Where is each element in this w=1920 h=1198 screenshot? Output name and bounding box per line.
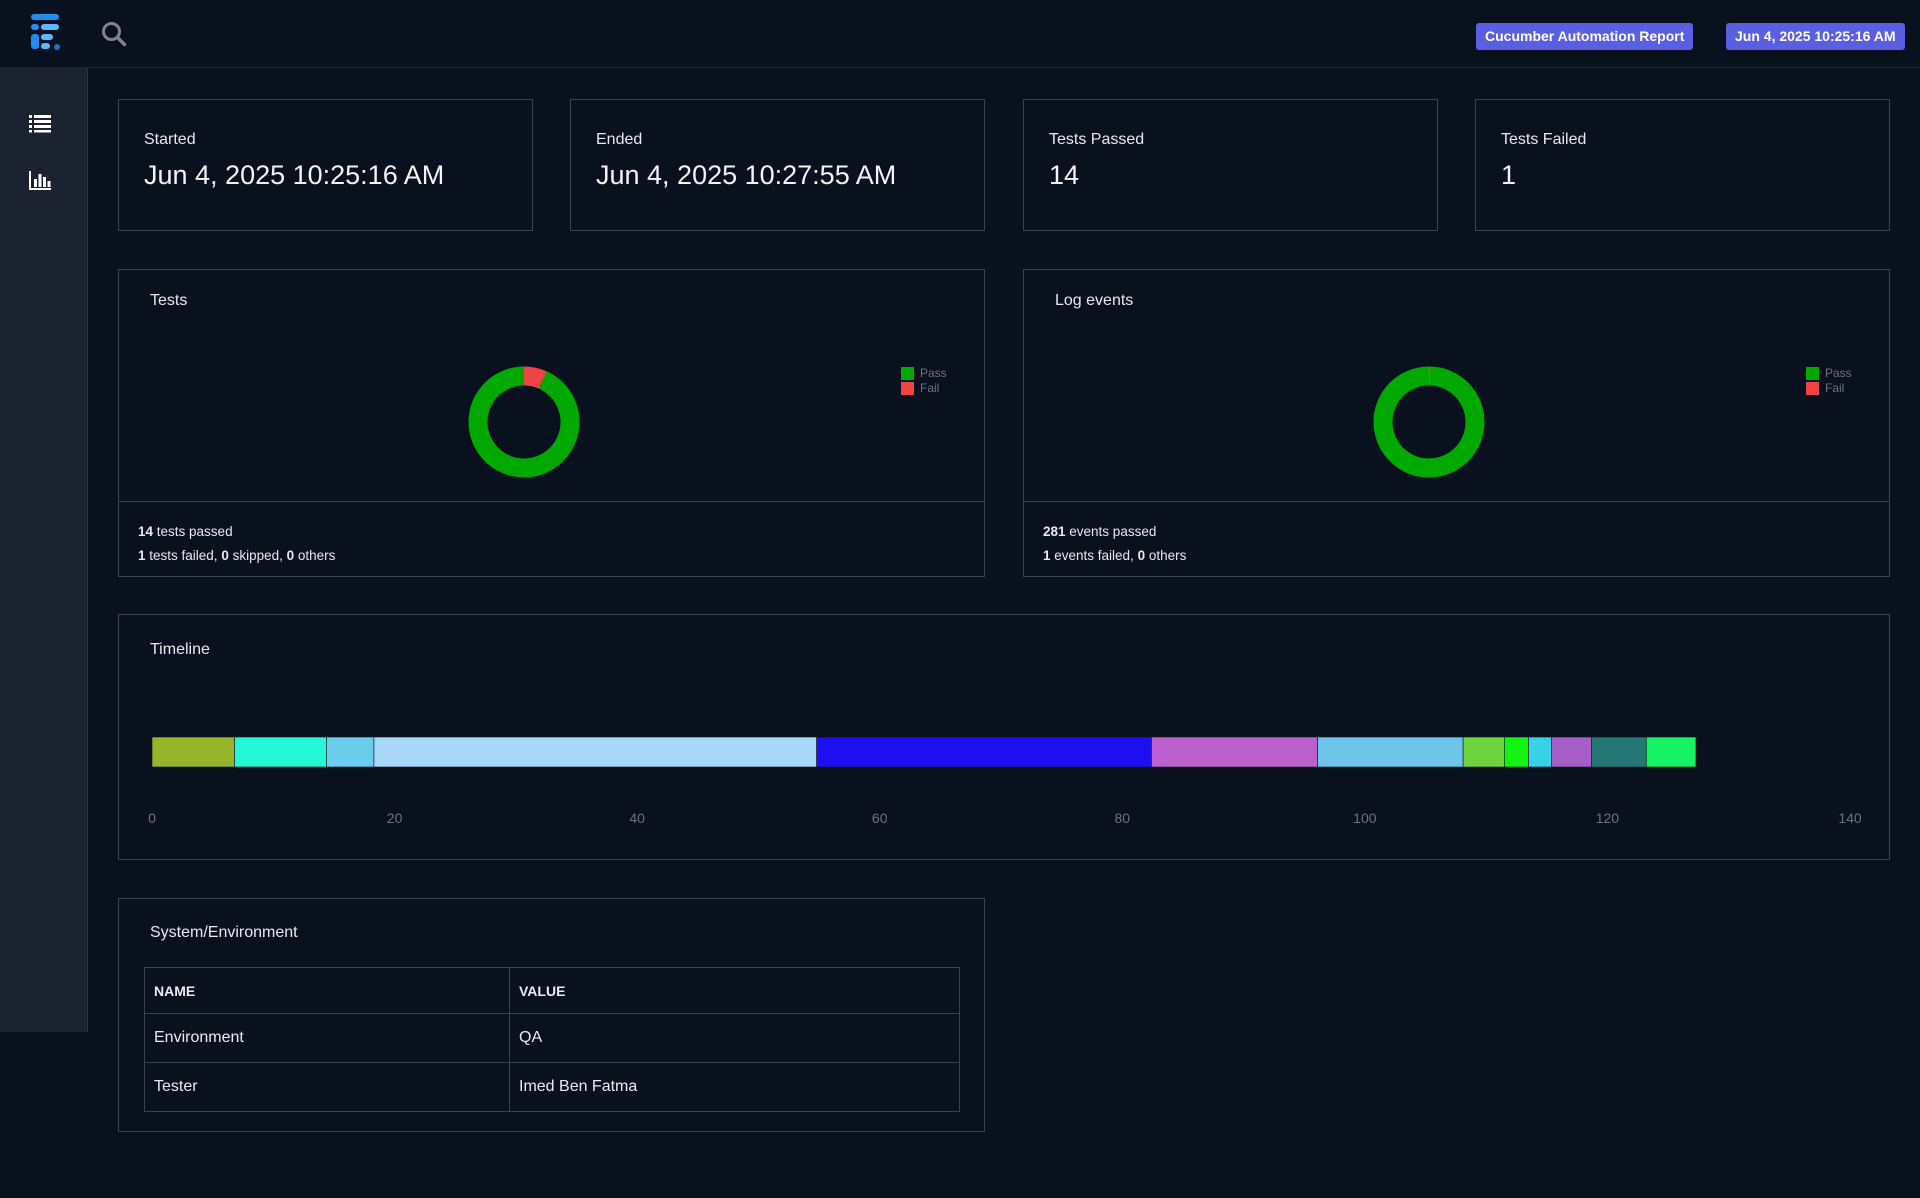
timeline-segment[interactable] (1462, 736, 1505, 768)
timeline-segment[interactable] (151, 736, 235, 768)
tests-passed-value: 14 (1049, 160, 1080, 190)
timeline-tick-label: 120 (1596, 810, 1620, 826)
timeline-tick-label: 100 (1353, 810, 1377, 826)
env-name-cell: Tester (144, 1062, 510, 1112)
legend-item-fail[interactable]: Fail (1806, 381, 1852, 396)
events-others-text: others (1145, 548, 1187, 563)
column-header-name: NAME (144, 967, 510, 1014)
donut-slice-pass[interactable] (1373, 366, 1485, 478)
tests-failed-card: Tests Failed 1 (1475, 99, 1890, 231)
legend-item-fail[interactable]: Fail (901, 381, 947, 396)
events-others-count: 0 (1137, 548, 1146, 563)
timeline-segment[interactable] (1591, 736, 1647, 768)
tests-skipped-count: 0 (221, 548, 229, 563)
events-passed-summary: 281 events passed (1043, 520, 1889, 544)
timeline-tick-label: 60 (872, 810, 888, 826)
tests-passed-count: 14 (138, 524, 154, 539)
donut-slice-pass[interactable] (468, 366, 580, 478)
donut-slice-fail[interactable] (523, 366, 547, 389)
tests-legend: Pass Fail (901, 366, 947, 396)
legend-item-pass[interactable]: Pass (901, 366, 947, 381)
timeline-tick-label: 80 (1114, 810, 1130, 826)
timeline-segment[interactable] (373, 736, 817, 768)
log-events-donut-chart (1373, 366, 1485, 478)
table-row: Tester Imed Ben Fatma (144, 1062, 960, 1112)
timeline-segment[interactable] (1504, 736, 1529, 768)
sidebar (0, 68, 88, 1032)
tests-panel: Tests Pass Fail 14 tests passed 1 tests … (118, 269, 985, 577)
timeline-chart: 0 20 40 60 80 100 120 140 (148, 736, 1862, 826)
events-failed-count: 1 (1043, 548, 1051, 563)
timeline-segment[interactable] (1151, 736, 1318, 768)
column-header-value: VALUE (509, 967, 960, 1014)
tests-passed-card: Tests Passed 14 (1023, 99, 1438, 231)
tests-failed-count: 1 (138, 548, 146, 563)
started-value: Jun 4, 2025 10:25:16 AM (144, 160, 445, 190)
timeline-segment[interactable] (1528, 736, 1552, 768)
environment-panel: System/Environment NAME VALUE Environmen… (118, 898, 985, 1132)
timeline-segment[interactable] (326, 736, 375, 768)
tests-failed-text: tests failed, (145, 548, 222, 563)
log-events-panel: Log events Pass Fail 281 events passed 1… (1023, 269, 1890, 577)
started-card: Started Jun 4, 2025 10:25:16 AM (118, 99, 533, 231)
env-value-cell: QA (509, 1013, 960, 1063)
tests-passed-text: tests passed (153, 524, 233, 539)
report-name-badge: Cucumber Automation Report (1476, 23, 1694, 50)
extent-logo-icon[interactable] (28, 12, 64, 54)
events-passed-text: events passed (1065, 524, 1157, 539)
legend-label-fail: Fail (1825, 381, 1845, 395)
timeline-segment[interactable] (1317, 736, 1464, 768)
tests-others-text: others (294, 548, 336, 563)
tests-summary: 14 tests passed 1 tests failed, 0 skippe… (119, 501, 984, 576)
env-value-cell: Imed Ben Fatma (509, 1062, 960, 1112)
tests-failed-label: Tests Failed (1501, 131, 1587, 148)
timeline-segment[interactable] (234, 736, 327, 768)
ended-label: Ended (596, 131, 643, 148)
tests-panel-title: Tests (150, 292, 188, 309)
legend-label-pass: Pass (1825, 366, 1852, 380)
env-name-cell: Environment (144, 1013, 510, 1063)
started-label: Started (144, 131, 196, 148)
log-events-panel-title: Log events (1055, 292, 1134, 309)
environment-table: NAME VALUE Environment QA Tester Imed Be… (144, 967, 960, 1112)
list-icon[interactable] (28, 111, 52, 135)
events-failed-text: events failed, (1050, 548, 1138, 563)
timeline-tick-label: 0 (148, 810, 156, 826)
timeline-segment[interactable] (816, 736, 1152, 768)
timeline-segment[interactable] (1551, 736, 1592, 768)
timeline-panel: Timeline 0 20 40 60 80 100 120 140 (118, 614, 1890, 860)
ended-card: Ended Jun 4, 2025 10:27:55 AM (570, 99, 985, 231)
search-icon[interactable] (100, 20, 128, 48)
log-events-summary: 281 events passed 1 events failed, 0 oth… (1024, 501, 1889, 576)
legend-swatch-pass (1806, 367, 1819, 380)
events-passed-count: 281 (1043, 524, 1066, 539)
bar-chart-icon[interactable] (28, 168, 52, 192)
legend-item-pass[interactable]: Pass (1806, 366, 1852, 381)
events-failed-summary: 1 events failed, 0 others (1043, 544, 1889, 568)
report-date-badge: Jun 4, 2025 10:25:16 AM (1726, 23, 1905, 50)
tests-passed-summary: 14 tests passed (138, 520, 984, 544)
table-row: Environment QA (144, 1013, 960, 1063)
log-events-legend: Pass Fail (1806, 366, 1852, 396)
tests-donut-chart (468, 366, 580, 478)
tests-failed-value: 1 (1501, 160, 1517, 190)
table-header-row: NAME VALUE (144, 967, 960, 1014)
tests-others-count: 0 (286, 548, 295, 563)
tests-failed-summary: 1 tests failed, 0 skipped, 0 others (138, 544, 984, 568)
legend-swatch-pass (901, 367, 914, 380)
timeline-tick-label: 140 (1838, 810, 1862, 826)
ended-value: Jun 4, 2025 10:27:55 AM (596, 160, 897, 190)
timeline-tick-label: 40 (629, 810, 645, 826)
legend-label-fail: Fail (920, 381, 940, 395)
legend-label-pass: Pass (920, 366, 947, 380)
tests-skipped-text: skipped, (228, 548, 287, 563)
legend-swatch-fail (901, 382, 914, 395)
top-navbar: Cucumber Automation Report Jun 4, 2025 1… (0, 0, 1920, 68)
timeline-tick-label: 20 (387, 810, 403, 826)
tests-passed-label: Tests Passed (1049, 131, 1145, 148)
timeline-segment[interactable] (1645, 736, 1697, 768)
legend-swatch-fail (1806, 382, 1819, 395)
environment-title: System/Environment (150, 924, 298, 941)
